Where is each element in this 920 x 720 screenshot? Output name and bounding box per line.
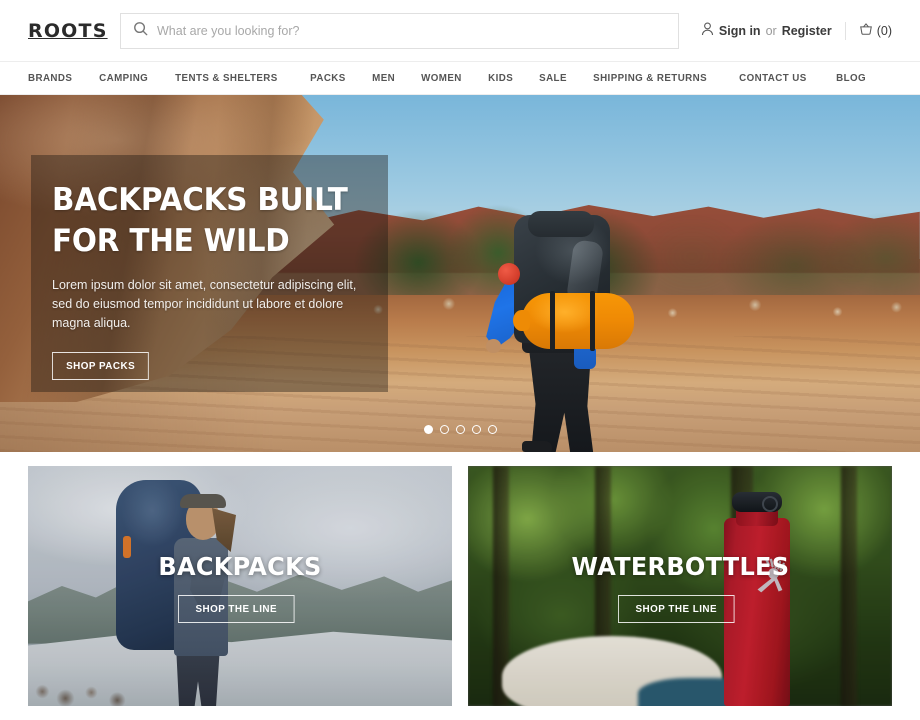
header-actions: Sign in or Register (0) xyxy=(679,21,892,40)
promo-card-overlay: WATERBOTTLES SHOP THE LINE xyxy=(468,466,892,706)
search-box[interactable] xyxy=(120,12,679,49)
main-navigation: BRANDS CAMPING TENTS & SHELTERS PACKS ME… xyxy=(0,61,920,95)
hero-title: BACKPACKS BUILT FOR THE WILD xyxy=(52,182,348,259)
nav-item-contact-us[interactable]: CONTACT US xyxy=(728,72,818,84)
nav-item-packs[interactable]: PACKS xyxy=(299,72,357,84)
site-header: ROOTS Sign in or Register xyxy=(0,0,920,61)
promo-card-overlay: BACKPACKS SHOP THE LINE xyxy=(28,466,452,706)
nav-item-shipping-returns[interactable]: SHIPPING & RETURNS xyxy=(582,72,718,84)
hero-cta-button[interactable]: SHOP PACKS xyxy=(52,352,150,380)
hero-description: Lorem ipsum dolor sit amet, consectetur … xyxy=(52,278,357,330)
cart-button[interactable]: (0) xyxy=(859,22,892,39)
account-links: Sign in or Register xyxy=(701,22,832,39)
carousel-dot-4[interactable] xyxy=(471,425,481,434)
carousel-dot-2[interactable] xyxy=(439,425,449,434)
basket-icon xyxy=(859,22,873,39)
promo-cards: BACKPACKS SHOP THE LINE WATERBOTTLES SHO… xyxy=(0,452,920,706)
search-icon xyxy=(133,21,148,41)
nav-item-men[interactable]: MEN xyxy=(361,72,406,84)
register-link[interactable]: Register xyxy=(782,24,832,38)
carousel-dots xyxy=(0,425,920,434)
nav-item-tents-shelters[interactable]: TENTS & SHELTERS xyxy=(164,72,289,84)
promo-cta-waterbottles[interactable]: SHOP THE LINE xyxy=(618,595,735,623)
account-separator: or xyxy=(765,23,777,38)
promo-title-waterbottles: WATERBOTTLES xyxy=(571,552,789,581)
promo-card-waterbottles[interactable]: WATERBOTTLES SHOP THE LINE xyxy=(468,466,892,706)
hero-content: BACKPACKS BUILT FOR THE WILD Lorem ipsum… xyxy=(52,180,372,380)
cart-count: (0) xyxy=(876,23,892,38)
hero-carousel: BACKPACKS BUILT FOR THE WILD Lorem ipsum… xyxy=(0,95,920,452)
promo-card-backpacks[interactable]: BACKPACKS SHOP THE LINE xyxy=(28,466,452,706)
carousel-dot-5[interactable] xyxy=(487,425,497,434)
nav-item-sale[interactable]: SALE xyxy=(528,72,578,84)
carousel-dot-3[interactable] xyxy=(455,425,465,434)
promo-cta-backpacks[interactable]: SHOP THE LINE xyxy=(178,595,295,623)
carousel-dot-1[interactable] xyxy=(423,425,433,434)
user-icon xyxy=(701,22,714,39)
sign-in-link[interactable]: Sign in xyxy=(719,24,761,38)
nav-item-women[interactable]: WOMEN xyxy=(410,72,473,84)
nav-item-kids[interactable]: KIDS xyxy=(477,72,524,84)
header-divider xyxy=(844,21,846,40)
nav-item-brands[interactable]: BRANDS xyxy=(28,72,83,84)
promo-title-backpacks: BACKPACKS xyxy=(158,552,322,581)
search-input[interactable] xyxy=(157,13,666,48)
nav-item-camping[interactable]: CAMPING xyxy=(88,72,159,84)
hero-hiker-figure xyxy=(470,211,660,452)
nav-item-blog[interactable]: BLOG xyxy=(825,72,877,84)
site-logo[interactable]: ROOTS xyxy=(28,20,120,42)
